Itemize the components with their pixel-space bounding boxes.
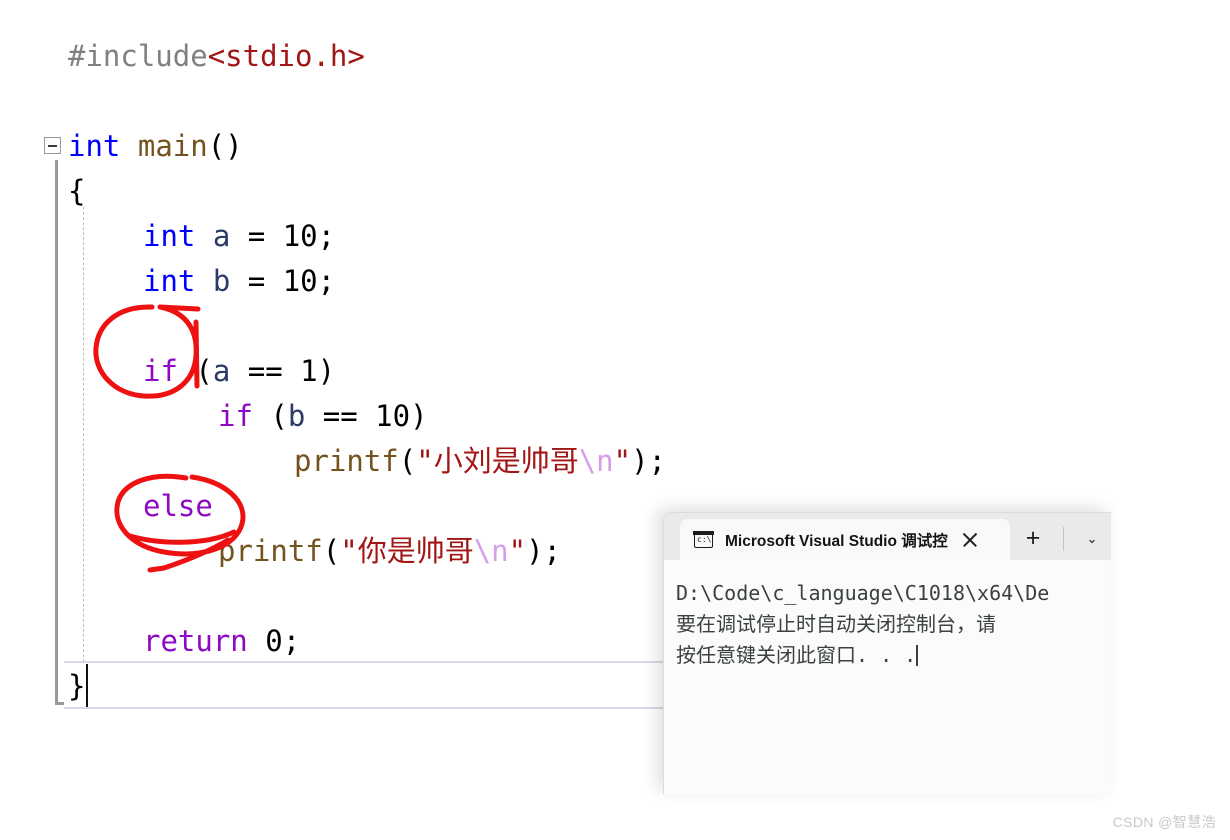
chevron-down-icon[interactable]: ⌄ [1078, 525, 1106, 553]
console-line: D:\Code\c_language\C1018\x64\De [676, 581, 1050, 605]
code-line[interactable] [0, 304, 160, 349]
code-token: if [218, 399, 253, 433]
code-token: #include [68, 39, 208, 73]
code-line[interactable]: #include<stdio.h> [0, 34, 365, 79]
code-token: return [143, 624, 248, 658]
code-line[interactable]: else [0, 484, 213, 529]
code-token: ( [177, 354, 213, 388]
code-token: \n [578, 444, 614, 478]
console-tab[interactable]: c:\ Microsoft Visual Studio 调试控 [680, 519, 1010, 560]
code-line[interactable] [0, 574, 160, 619]
code-line[interactable]: printf("小刘是帅哥\n"); [0, 439, 666, 484]
code-line[interactable]: printf("你是帅哥\n"); [0, 529, 561, 574]
console-icon: c:\ [693, 531, 714, 548]
code-token: = [230, 264, 283, 298]
code-token: main [137, 129, 208, 163]
code-token: { [68, 174, 86, 208]
code-token: b [287, 399, 306, 433]
code-token: int [143, 264, 196, 298]
code-token: ( [252, 399, 288, 433]
code-token: int [143, 219, 196, 253]
code-token: else [143, 489, 213, 523]
console-line-text: 按任意键关闭此窗口. . . [676, 643, 917, 667]
code-token: "小刘是帅哥 [416, 444, 579, 478]
code-line[interactable]: int a = 10; [0, 214, 335, 259]
console-caret [916, 645, 919, 666]
code-line[interactable]: return 0; [0, 619, 300, 664]
code-token: 10 [282, 264, 318, 298]
console-line-with-caret: 按任意键关闭此窗口. . . [676, 640, 1111, 671]
debug-console-window[interactable]: c:\ Microsoft Visual Studio 调试控 + ⌄ D:\C… [663, 512, 1111, 794]
code-token: printf [294, 444, 399, 478]
code-token: ); [526, 534, 562, 568]
code-token: ; [317, 264, 336, 298]
code-token: <stdio.h> [207, 39, 365, 73]
code-token: = [230, 219, 283, 253]
code-token: == [230, 354, 301, 388]
code-token: ) [410, 399, 428, 433]
toolbar-divider [1063, 527, 1064, 551]
code-token: } [68, 669, 86, 703]
code-token: a [212, 219, 231, 253]
code-token: 10 [375, 399, 411, 433]
console-titlebar[interactable]: c:\ Microsoft Visual Studio 调试控 + ⌄ [664, 513, 1111, 560]
code-token: ) [317, 354, 336, 388]
code-token: " [613, 444, 632, 478]
code-line[interactable]: { [0, 169, 85, 214]
code-token: \n [473, 534, 509, 568]
code-token: int [68, 129, 121, 163]
code-line[interactable]: } [0, 664, 85, 709]
code-token: printf [218, 534, 323, 568]
code-token: 0 [265, 624, 283, 658]
close-icon[interactable] [957, 527, 983, 553]
code-token: ( [398, 444, 417, 478]
code-token: if [143, 354, 178, 388]
code-token: ; [317, 219, 336, 253]
new-tab-button[interactable]: + [1016, 523, 1050, 555]
text-caret [86, 664, 88, 707]
code-token: 1 [300, 354, 318, 388]
code-line[interactable]: if (a == 1) [0, 349, 335, 394]
code-line[interactable]: if (b == 10) [0, 394, 428, 439]
console-output[interactable]: D:\Code\c_language\C1018\x64\De 要在调试停止时自… [664, 560, 1111, 794]
console-line: 要在调试停止时自动关闭控制台，请 [676, 612, 996, 636]
console-tab-title: Microsoft Visual Studio 调试控 [725, 532, 948, 550]
code-token: 10 [282, 219, 318, 253]
code-line[interactable] [0, 79, 85, 124]
code-token: ; [282, 624, 301, 658]
code-token: ( [322, 534, 341, 568]
code-token: == [305, 399, 376, 433]
code-token: ); [631, 444, 667, 478]
code-token: b [212, 264, 231, 298]
code-token: () [207, 129, 243, 163]
code-line[interactable]: int main() [0, 124, 243, 169]
code-token: a [212, 354, 231, 388]
watermark: CSDN @智慧浩 [1112, 814, 1216, 830]
code-token: "你是帅哥 [340, 534, 474, 568]
code-line[interactable]: int b = 10; [0, 259, 335, 304]
code-token: " [508, 534, 527, 568]
screenshot-root: #include<stdio.h> int main(){int a = 10;… [0, 0, 1230, 840]
